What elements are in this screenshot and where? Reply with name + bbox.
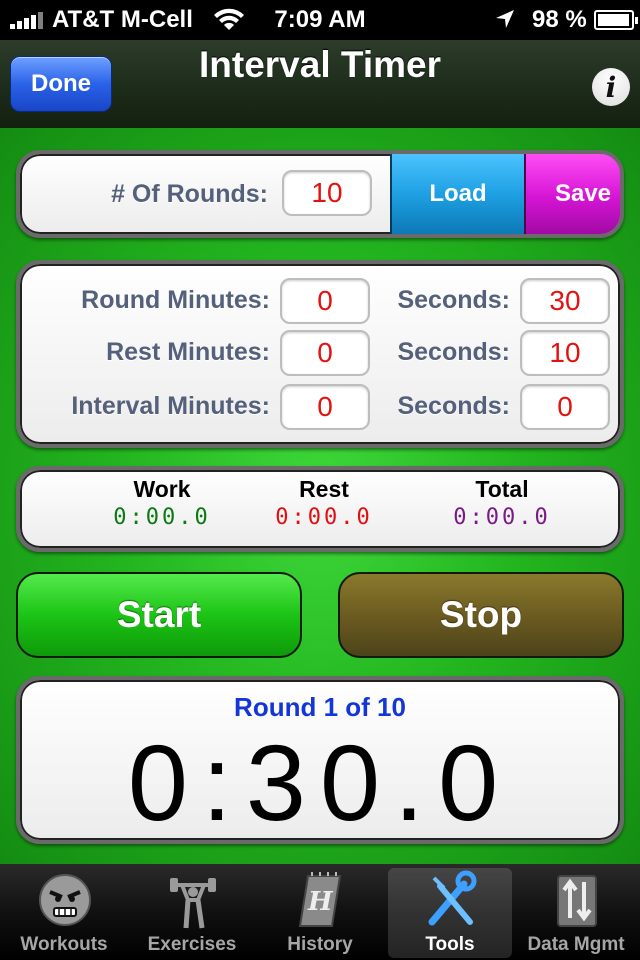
save-button[interactable]: Save	[524, 154, 620, 234]
tab-label: Exercises	[147, 934, 237, 955]
interval-settings-panel: Round Minutes: 0 Seconds: 30 Rest Minute…	[16, 260, 624, 448]
rounds-input[interactable]: 10	[282, 170, 372, 216]
interval-seconds-input[interactable]: 0	[520, 384, 610, 430]
angry-face-icon	[39, 874, 91, 926]
tab-history[interactable]: H History	[258, 868, 382, 958]
total-total: Total 0:00.0	[422, 476, 582, 530]
total-value: 0:00.0	[453, 505, 551, 530]
totals-panel: Work 0:00.0 Rest 0:00.0 Total 0:00.0	[16, 466, 624, 552]
rest-total: Rest 0:00.0	[244, 476, 404, 530]
weightlifter-icon	[170, 878, 216, 929]
stop-button[interactable]: Stop	[338, 572, 624, 658]
battery-icon	[594, 10, 638, 30]
main-content: # Of Rounds: 10 Load Save Round Minutes:…	[0, 128, 640, 864]
rest-value: 0:00.0	[275, 505, 373, 530]
timer-display: Round 1 of 10 0:30.0	[16, 676, 624, 844]
rounds-label: # Of Rounds:	[111, 180, 268, 208]
notepad-icon: H	[298, 872, 342, 927]
tab-label: Data Mgmt	[527, 934, 625, 955]
tab-exercises[interactable]: Exercises	[130, 868, 254, 958]
tab-label: Workouts	[20, 934, 108, 955]
interval-seconds-label: Seconds:	[397, 392, 510, 420]
rest-label: Rest	[299, 476, 349, 502]
work-value: 0:00.0	[113, 505, 211, 530]
rest-seconds-label: Seconds:	[397, 338, 510, 366]
tab-workouts[interactable]: Workouts	[2, 868, 126, 958]
interval-minutes-input[interactable]: 0	[280, 384, 370, 430]
location-arrow-icon	[496, 10, 514, 28]
rest-minutes-input[interactable]: 0	[280, 330, 370, 376]
interval-minutes-label: Interval Minutes:	[71, 392, 270, 420]
countdown-time: 0:30.0	[127, 722, 513, 843]
tab-label: History	[287, 934, 353, 955]
rest-seconds-input[interactable]: 10	[520, 330, 610, 376]
status-bar: AT&T M-Cell 7:09 AM 98 %	[0, 0, 640, 40]
load-button[interactable]: Load	[390, 154, 524, 234]
start-button[interactable]: Start	[16, 572, 302, 658]
round-minutes-input[interactable]: 0	[280, 278, 370, 324]
round-minutes-label: Round Minutes:	[81, 286, 270, 314]
data-transfer-icon	[557, 875, 597, 927]
wrench-screwdriver-icon	[428, 870, 477, 926]
tab-label: Tools	[425, 934, 475, 955]
round-seconds-label: Seconds:	[397, 286, 510, 314]
tab-tools[interactable]: Tools	[388, 868, 512, 958]
svg-text:H: H	[307, 887, 334, 917]
total-label: Total	[475, 476, 529, 502]
round-seconds-input[interactable]: 30	[520, 278, 610, 324]
rest-minutes-label: Rest Minutes:	[106, 338, 270, 366]
info-icon[interactable]: i	[592, 68, 630, 106]
rounds-panel: # Of Rounds: 10 Load Save	[16, 150, 624, 238]
work-total: Work 0:00.0	[82, 476, 242, 530]
tab-data-mgmt[interactable]: Data Mgmt	[514, 868, 638, 958]
round-counter: Round 1 of 10	[234, 692, 406, 722]
work-label: Work	[133, 476, 191, 502]
tab-bar: Workouts Exercises H History Tools Data …	[0, 864, 640, 960]
battery-percent: 98 %	[532, 6, 587, 33]
done-button[interactable]: Done	[10, 56, 112, 112]
navigation-bar: Interval Timer Done i	[0, 40, 640, 128]
